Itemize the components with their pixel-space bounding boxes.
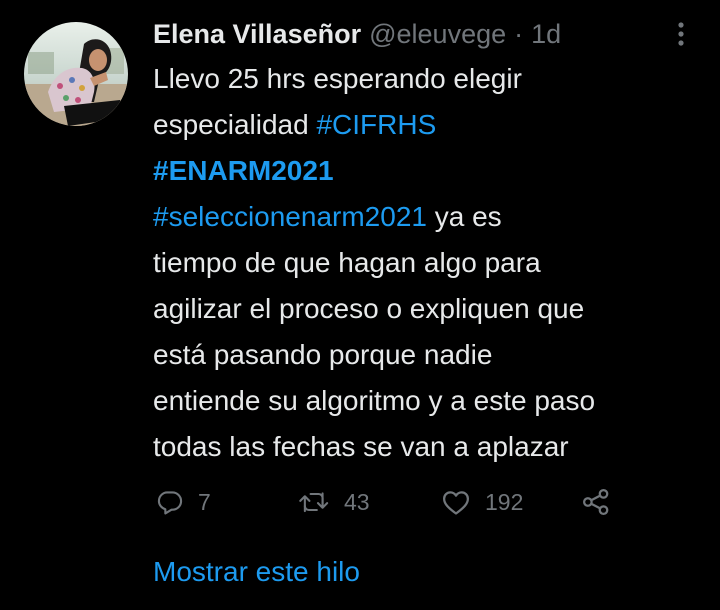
heart-icon [443, 491, 469, 515]
tweet-text-line: entiende su algoritmo y a este paso [153, 378, 713, 424]
action-bar: 7 43 192 [0, 482, 720, 522]
text-segment: agilizar el proceso o expliquen que [153, 293, 585, 324]
tweet-text-line: #ENARM2021 [153, 148, 713, 194]
timestamp[interactable]: 1d [531, 16, 561, 52]
hashtag-link[interactable]: #ENARM2021 [153, 155, 334, 186]
tweet-text-line: está pasando porque nadie [153, 332, 713, 378]
show-thread-link[interactable]: Mostrar este hilo [153, 552, 360, 592]
retweet-icon [299, 492, 329, 513]
tweet[interactable]: Elena Villaseñor @eleuvege · 1d Llevo 25… [0, 0, 720, 610]
share-button[interactable] [581, 482, 611, 522]
hashtag-link[interactable]: #CIFRHS [316, 109, 436, 140]
text-segment: Llevo 25 hrs esperando elegir [153, 63, 522, 94]
avatar[interactable] [24, 22, 128, 126]
tweet-text-line: Llevo 25 hrs esperando elegir [153, 56, 713, 102]
user-handle[interactable]: @eleuvege [369, 16, 506, 52]
share-icon [583, 489, 609, 515]
tweet-text-line: especialidad #CIFRHS [153, 102, 713, 148]
reply-count: 7 [198, 488, 211, 515]
tweet-text-line: tiempo de que hagan algo para [153, 240, 713, 286]
reply-button[interactable]: 7 [156, 482, 211, 522]
text-segment: ya es [426, 201, 502, 232]
display-name[interactable]: Elena Villaseñor [153, 16, 361, 52]
more-options-button[interactable] [666, 14, 696, 54]
tweet-text-line: #seleccionenarm2021 ya es [153, 194, 713, 240]
text-segment: está pasando porque nadie [153, 339, 493, 370]
text-segment: entiende su algoritmo y a este paso [153, 385, 596, 416]
reply-icon [157, 491, 183, 515]
text-segment: especialidad [153, 109, 317, 140]
tweet-text-line: todas las fechas se van a aplazar [153, 424, 713, 470]
profile-photo-icon [24, 22, 128, 126]
like-count: 192 [485, 488, 524, 515]
separator-dot: · [514, 19, 524, 49]
hashtag-link[interactable]: #seleccionenarm2021 [153, 201, 427, 232]
like-button[interactable]: 192 [441, 482, 523, 522]
more-vertical-icon [678, 22, 684, 46]
text-segment: tiempo de que hagan algo para [153, 247, 541, 278]
retweet-count: 43 [344, 488, 370, 515]
text-segment: todas las fechas se van a aplazar [153, 431, 569, 462]
retweet-button[interactable]: 43 [298, 482, 370, 522]
tweet-text: Llevo 25 hrs esperando elegir especialid… [153, 56, 713, 470]
tweet-text-line: agilizar el proceso o expliquen que [153, 286, 713, 332]
tweet-header: Elena Villaseñor @eleuvege · 1d [153, 14, 700, 54]
